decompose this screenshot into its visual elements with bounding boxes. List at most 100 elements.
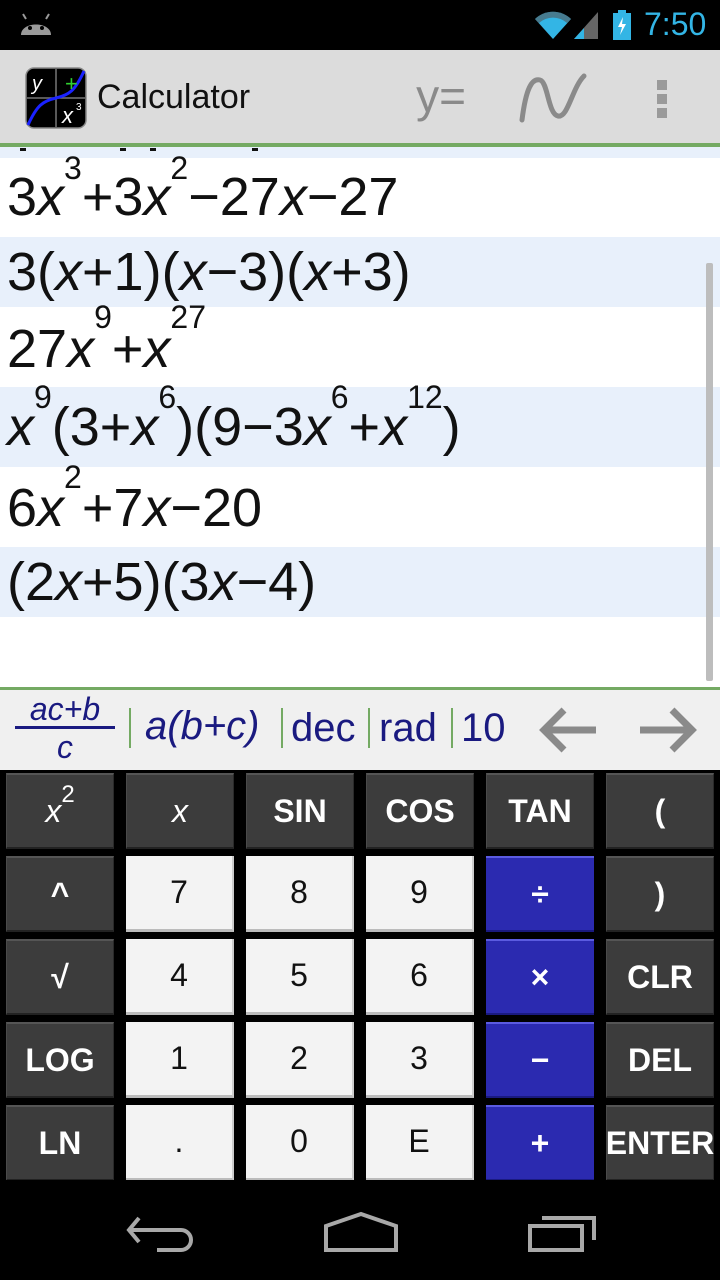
key-delete[interactable]: DEL (606, 1022, 714, 1098)
key-delete-label: DEL (628, 1041, 692, 1078)
precision-button[interactable]: 10 (461, 706, 506, 751)
key-6-label: 6 (410, 957, 428, 993)
key-4-label: 4 (170, 957, 188, 993)
expr-var: x (67, 319, 95, 379)
y-equals-button[interactable]: y= (405, 68, 477, 128)
base-mode-button[interactable]: dec (291, 706, 356, 751)
key-subtract[interactable]: − (486, 1022, 594, 1098)
key-multiply-label: × (530, 958, 550, 995)
key-cos[interactable]: COS (366, 773, 474, 849)
key-x-squared-exponent: 2 (61, 781, 75, 808)
expr-text: −3)( (206, 242, 305, 302)
key-multiply[interactable]: × (486, 939, 594, 1015)
recents-button[interactable] (518, 1208, 608, 1258)
partial-glyph (120, 147, 126, 151)
key-power-label: ^ (50, 875, 70, 912)
key-decimal-label: . (174, 1123, 184, 1159)
key-clear[interactable]: CLR (606, 939, 714, 1015)
history-row[interactable]: x9(3+x6)(9−3x6+x12) (0, 381, 720, 467)
key-sin[interactable]: SIN (246, 773, 354, 849)
key-exponent[interactable]: E (366, 1105, 474, 1181)
expr-var: x (304, 242, 332, 302)
fraction-mode-button[interactable]: ac+b c (14, 692, 116, 766)
key-8[interactable]: 8 (246, 856, 354, 932)
expr-var: x (131, 397, 159, 457)
key-sqrt[interactable]: √ (6, 939, 114, 1015)
key-divide[interactable]: ÷ (486, 856, 594, 932)
key-0[interactable]: 0 (246, 1105, 354, 1181)
expr-text: 3 (7, 167, 38, 227)
expr-text: +1)( (82, 242, 180, 302)
expr-text: −27 (306, 167, 399, 227)
overflow-menu-button[interactable] (640, 68, 686, 128)
wifi-icon (535, 11, 571, 39)
history-row[interactable]: 27x9+x27 (0, 301, 720, 387)
key-7[interactable]: 7 (126, 856, 234, 932)
home-button[interactable] (316, 1208, 406, 1258)
graph-button[interactable] (512, 68, 592, 128)
history-row[interactable]: 3x3+3x2−27x−27 (0, 152, 720, 237)
expr-exp: 9 (34, 379, 52, 415)
key-5[interactable]: 5 (246, 939, 354, 1015)
key-ln[interactable]: LN (6, 1105, 114, 1181)
key-9[interactable]: 9 (366, 856, 474, 932)
key-3-label: 3 (410, 1040, 428, 1076)
history-list[interactable]: 3x3+3x2−27x−27 3(x+1)(x−3)(x+3) 27x9+x27… (0, 147, 720, 687)
cursor-right-button[interactable] (636, 704, 702, 756)
key-3[interactable]: 3 (366, 1022, 474, 1098)
key-add[interactable]: + (486, 1105, 594, 1181)
key-add-label: + (530, 1124, 550, 1161)
back-button[interactable] (115, 1208, 205, 1258)
expr-text: +7 (81, 478, 144, 538)
history-row[interactable]: 6x2+7x−20 (0, 461, 720, 547)
history-scrollbar[interactable] (706, 263, 713, 681)
expr-var: x (209, 552, 237, 612)
key-power[interactable]: ^ (6, 856, 114, 932)
key-0-label: 0 (290, 1123, 308, 1159)
key-open-paren[interactable]: ( (606, 773, 714, 849)
key-enter-label: ENTER (605, 1124, 715, 1161)
factor-mode-button[interactable]: a(b+c) (145, 704, 260, 749)
fraction-denominator: c (57, 729, 73, 765)
key-6[interactable]: 6 (366, 939, 474, 1015)
key-open-paren-label: ( (654, 792, 666, 829)
expr-var: x (143, 478, 171, 538)
expr-text: )(9−3 (176, 397, 304, 457)
key-close-paren-label: ) (654, 875, 666, 912)
expr-text: +3) (331, 242, 411, 302)
expr-exp: 3 (64, 150, 82, 186)
expr-text: −4) (236, 552, 317, 612)
key-decimal[interactable]: . (126, 1105, 234, 1181)
svg-text:+: + (65, 71, 78, 96)
angle-mode-button[interactable]: rad (379, 706, 437, 751)
fraction-numerator: ac+b (29, 691, 101, 727)
expr-var: x (7, 397, 34, 457)
arrow-right-icon (640, 707, 697, 753)
key-2[interactable]: 2 (246, 1022, 354, 1098)
expr-text: + (111, 319, 144, 379)
key-4[interactable]: 4 (126, 939, 234, 1015)
key-1[interactable]: 1 (126, 1022, 234, 1098)
keypad: x 2 x SIN COS TAN ( ^ 7 8 9 ÷) √ 4 5 6 × CLR LOG 1 2 3 − DEL LN.… (0, 770, 720, 1181)
key-exponent-label: E (408, 1123, 430, 1159)
history-row-partial[interactable] (0, 147, 720, 158)
key-enter[interactable]: ENTER (606, 1105, 714, 1181)
key-close-paren[interactable]: ) (606, 856, 714, 932)
expr-text: +3 (81, 167, 144, 227)
key-log[interactable]: LOG (6, 1022, 114, 1098)
key-2-label: 2 (290, 1040, 308, 1076)
expr-var: x (55, 552, 83, 612)
key-8-label: 8 (290, 874, 308, 910)
toolbar-separator (129, 708, 131, 748)
history-row[interactable]: (2x+5)(3x−4) (0, 547, 720, 617)
partial-glyph (20, 147, 26, 151)
key-tan[interactable]: TAN (486, 773, 594, 849)
expr-text: (2 (7, 552, 56, 612)
cursor-left-button[interactable] (536, 704, 602, 756)
app-title: Calculator (97, 78, 251, 116)
key-x[interactable]: x (126, 773, 234, 849)
history-row[interactable]: 3(x+1)(x−3)(x+3) (0, 237, 720, 307)
expr-var: x (143, 319, 171, 379)
key-x-squared[interactable]: x2 (6, 773, 114, 849)
mode-toolbar: ac+b c a(b+c) dec rad 10 (0, 690, 720, 770)
